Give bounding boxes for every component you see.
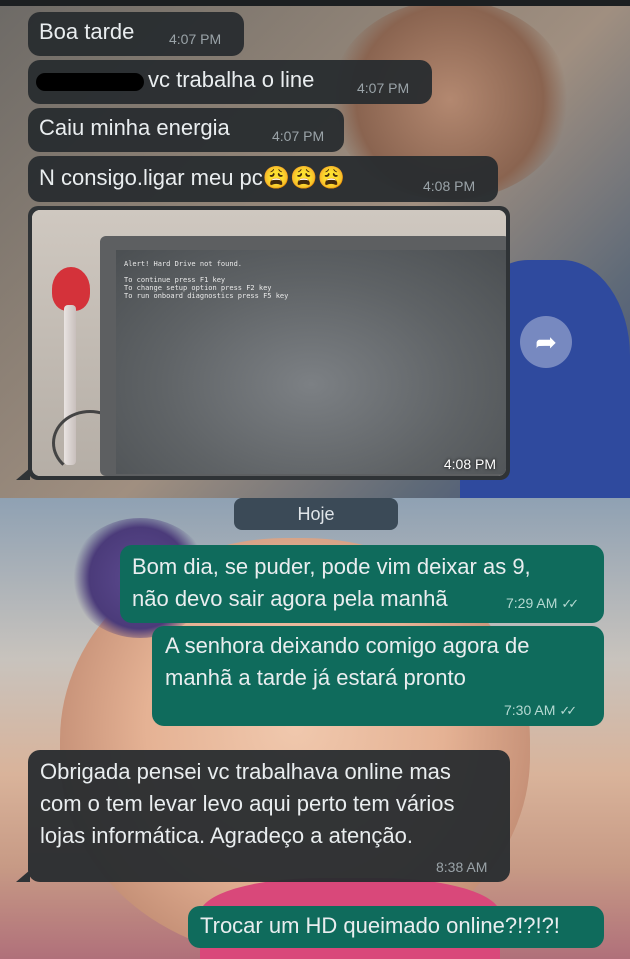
message-time: 7:29 AM ✓✓ xyxy=(506,595,579,611)
message-text: Obrigada pensei vc trabalhava online mas… xyxy=(40,759,455,848)
screen-line: To continue press F1 key xyxy=(124,276,226,284)
message-time: 4:08 PM xyxy=(423,178,476,194)
top-edge xyxy=(0,0,630,6)
forward-arrow-icon[interactable]: ➦ xyxy=(520,316,572,368)
incoming-message[interactable]: vc trabalha o line 4:07 PM xyxy=(28,60,432,104)
message-text: Bom dia, se puder, pode vim deixar as 9,… xyxy=(132,554,531,611)
screen-line: Alert! Hard Drive not found. xyxy=(124,260,243,268)
message-text: Boa tarde xyxy=(39,19,135,44)
incoming-message[interactable]: Obrigada pensei vc trabalhava online mas… xyxy=(28,750,510,882)
message-time: 7:30 AM ✓✓ xyxy=(504,702,577,718)
bubble-tail xyxy=(16,468,30,480)
message-text: vc trabalha o line xyxy=(148,67,315,92)
outgoing-message[interactable]: Trocar um HD queimado online?!?!?! xyxy=(188,906,604,948)
message-time: 4:07 PM xyxy=(357,80,410,96)
outgoing-message[interactable]: A senhora deixando comigo agora de manhã… xyxy=(152,626,604,726)
incoming-message[interactable]: Boa tarde 4:07 PM xyxy=(28,12,244,56)
message-time: 4:07 PM xyxy=(272,128,325,144)
day-divider: Hoje xyxy=(234,498,398,530)
message-text: Trocar um HD queimado online?!?!?! xyxy=(200,913,560,938)
photo-hard-drive-error[interactable]: Alert! Hard Drive not found. To continue… xyxy=(32,210,506,476)
image-message[interactable]: Alert! Hard Drive not found. To continue… xyxy=(28,206,510,480)
message-time: 4:07 PM xyxy=(169,31,222,47)
double-check-icon: ✓✓ xyxy=(559,703,577,718)
double-check-icon: ✓✓ xyxy=(561,596,579,611)
screen-line: To change setup option press F2 key xyxy=(124,284,272,292)
redacted-name xyxy=(36,73,150,91)
message-text: A senhora deixando comigo agora de manhã… xyxy=(165,633,530,690)
monitor: Alert! Hard Drive not found. To continue… xyxy=(100,236,506,476)
monitor-screen: Alert! Hard Drive not found. To continue… xyxy=(116,250,506,474)
message-time: 8:38 AM xyxy=(436,859,488,875)
incoming-message[interactable]: Caiu minha energia 4:07 PM xyxy=(28,108,344,152)
message-time: 4:08 PM xyxy=(443,456,496,472)
message-text: Caiu minha energia xyxy=(39,115,230,140)
outgoing-message[interactable]: Bom dia, se puder, pode vim deixar as 9,… xyxy=(120,545,604,623)
message-text: N consigo.ligar meu pc😩😩😩 xyxy=(39,165,345,190)
bubble-tail xyxy=(16,870,30,882)
screen-line: To run onboard diagnostics press F5 key xyxy=(124,292,289,300)
incoming-message[interactable]: N consigo.ligar meu pc😩😩😩 4:08 PM xyxy=(28,156,498,202)
